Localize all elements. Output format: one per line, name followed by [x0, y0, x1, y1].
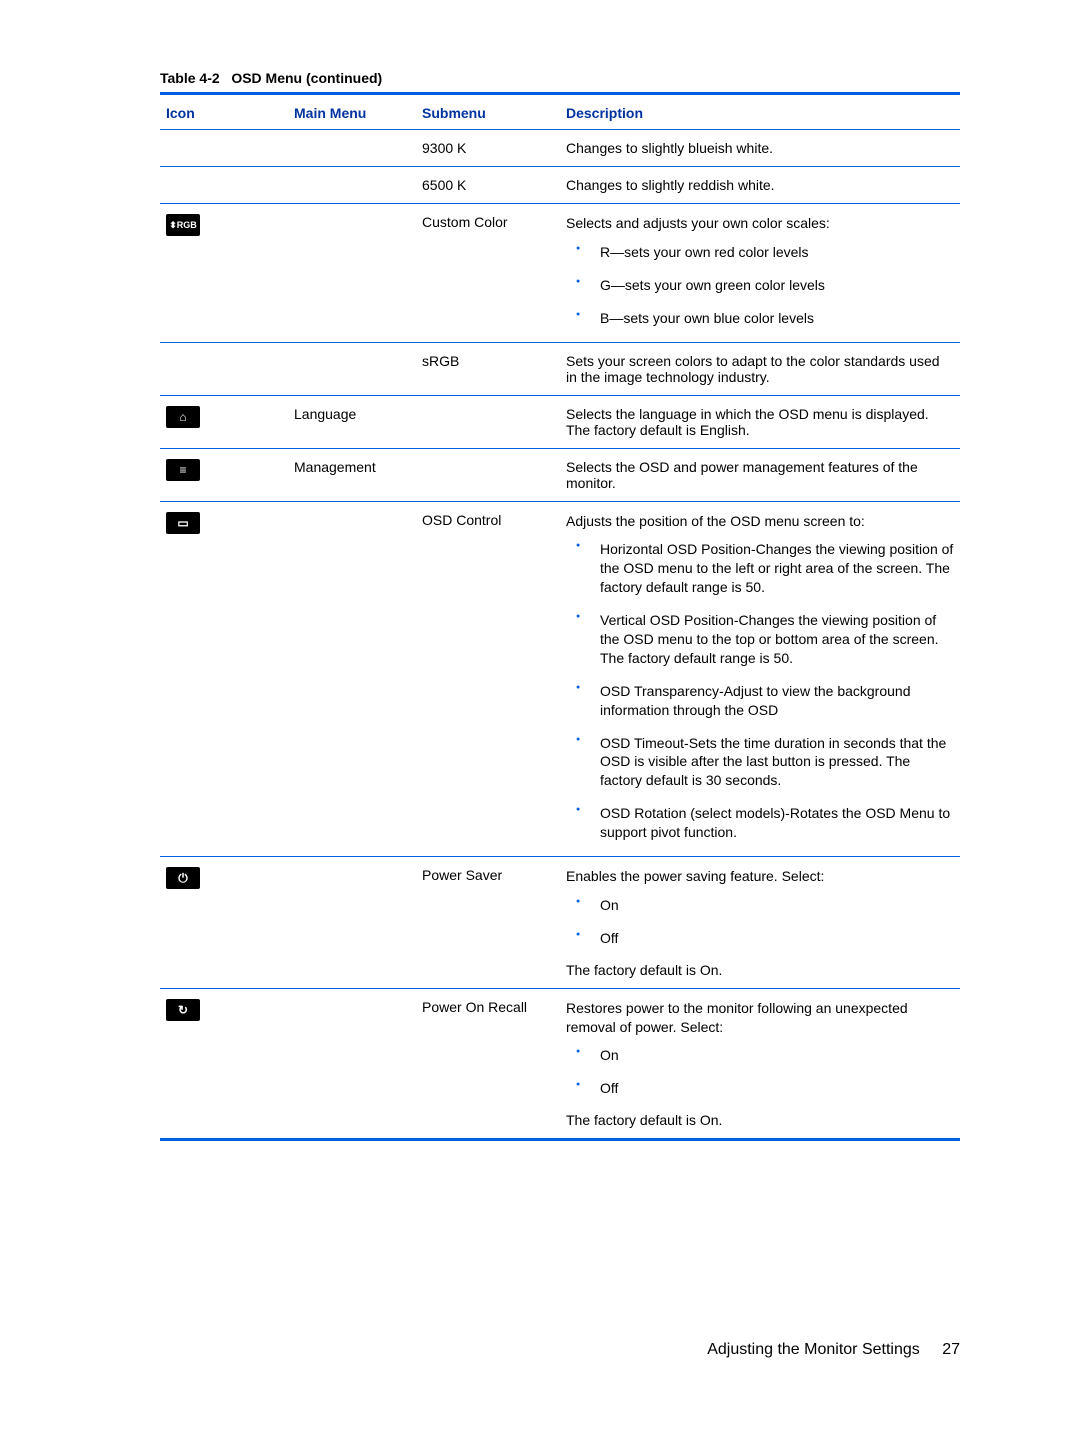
description-cell: Changes to slightly blueish white.	[560, 130, 960, 167]
list-item: On	[576, 1046, 954, 1065]
management-icon: ≡	[166, 459, 200, 481]
power-saver-icon: ⏻	[166, 867, 200, 889]
table-number: Table 4-2	[160, 70, 220, 86]
description-cell: Selects and adjusts your own color scale…	[560, 204, 960, 343]
list-item: R—sets your own red color levels	[576, 243, 954, 262]
submenu-cell: Custom Color	[416, 204, 560, 343]
osd-menu-table: Icon Main Menu Submenu Description 9300 …	[160, 95, 960, 1138]
table-row: ↻ Power On Recall Restores power to the …	[160, 988, 960, 1138]
power-on-recall-icon: ↻	[166, 999, 200, 1021]
table-row: 6500 K Changes to slightly reddish white…	[160, 167, 960, 204]
language-icon: ⌂	[166, 406, 200, 428]
col-header-description: Description	[560, 95, 960, 129]
table-row: ⬍RGB Custom Color Selects and adjusts yo…	[160, 204, 960, 343]
submenu-cell: 9300 K	[416, 130, 560, 167]
document-page: Table 4-2 OSD Menu (continued) Icon Main…	[0, 0, 1080, 1419]
col-header-main-menu: Main Menu	[288, 95, 416, 129]
list-item: G—sets your own green color levels	[576, 276, 954, 295]
list-item: Vertical OSD Position-Changes the viewin…	[576, 611, 954, 668]
list-item: OSD Transparency-Adjust to view the back…	[576, 682, 954, 720]
table-row: ≡ Management Selects the OSD and power m…	[160, 448, 960, 501]
submenu-cell: OSD Control	[416, 501, 560, 856]
submenu-cell: sRGB	[416, 342, 560, 395]
col-header-icon: Icon	[160, 95, 288, 129]
description-tail: The factory default is On.	[566, 962, 954, 978]
footer-section-title: Adjusting the Monitor Settings	[707, 1341, 920, 1358]
table-row: ⏻ Power Saver Enables the power saving f…	[160, 857, 960, 989]
list-item: OSD Timeout-Sets the time duration in se…	[576, 734, 954, 791]
description-lead: Enables the power saving feature. Select…	[566, 867, 954, 886]
table-row: ▭ OSD Control Adjusts the position of th…	[160, 501, 960, 856]
list-item: B—sets your own blue color levels	[576, 309, 954, 328]
description-lead: Selects and adjusts your own color scale…	[566, 214, 954, 233]
description-lead: Adjusts the position of the OSD menu scr…	[566, 512, 954, 531]
table-caption: Table 4-2 OSD Menu (continued)	[160, 70, 960, 86]
list-item: On	[576, 896, 954, 915]
list-item: Horizontal OSD Position-Changes the view…	[576, 540, 954, 597]
list-item: Off	[576, 1079, 954, 1098]
footer-page-number: 27	[942, 1341, 960, 1358]
list-item: OSD Rotation (select models)-Rotates the…	[576, 804, 954, 842]
submenu-cell: Power On Recall	[416, 988, 560, 1138]
submenu-cell: 6500 K	[416, 167, 560, 204]
description-cell: Sets your screen colors to adapt to the …	[560, 342, 960, 395]
description-cell: Adjusts the position of the OSD menu scr…	[560, 501, 960, 856]
description-list: R—sets your own red color levels G—sets …	[576, 243, 954, 328]
table-row: 9300 K Changes to slightly blueish white…	[160, 130, 960, 167]
rgb-icon: ⬍RGB	[166, 214, 200, 236]
description-cell: Selects the OSD and power management fea…	[560, 448, 960, 501]
list-item: Off	[576, 929, 954, 948]
mainmenu-cell: Management	[288, 448, 416, 501]
table-title: OSD Menu (continued)	[231, 70, 382, 86]
table-row: ⌂ Language Selects the language in which…	[160, 395, 960, 448]
description-cell: Restores power to the monitor following …	[560, 988, 960, 1138]
table-row: sRGB Sets your screen colors to adapt to…	[160, 342, 960, 395]
description-tail: The factory default is On.	[566, 1112, 954, 1128]
mainmenu-cell: Language	[288, 395, 416, 448]
description-lead: Restores power to the monitor following …	[566, 999, 954, 1037]
col-header-submenu: Submenu	[416, 95, 560, 129]
description-cell: Selects the language in which the OSD me…	[560, 395, 960, 448]
description-cell: Enables the power saving feature. Select…	[560, 857, 960, 989]
osd-control-icon: ▭	[166, 512, 200, 534]
table-bottom-rule	[160, 1138, 960, 1141]
description-list: On Off	[576, 896, 954, 948]
description-list: Horizontal OSD Position-Changes the view…	[576, 540, 954, 842]
submenu-cell: Power Saver	[416, 857, 560, 989]
description-cell: Changes to slightly reddish white.	[560, 167, 960, 204]
description-list: On Off	[576, 1046, 954, 1098]
page-footer: Adjusting the Monitor Settings 27	[160, 1341, 960, 1359]
